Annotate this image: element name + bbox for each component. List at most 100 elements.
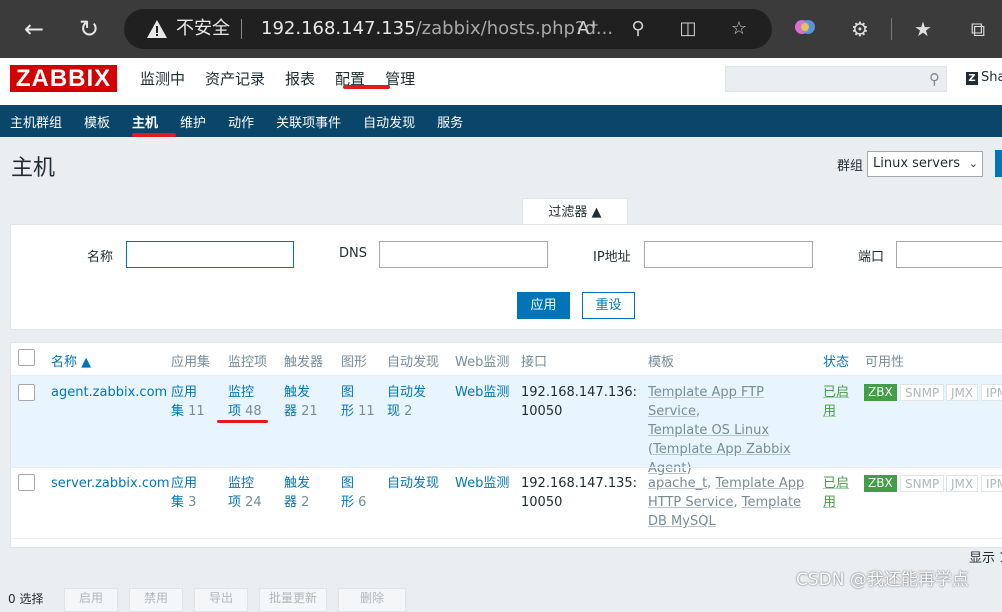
template-link[interactable]: Template App <box>715 476 804 491</box>
status-toggle[interactable]: 已启用 <box>823 383 849 421</box>
menu-monitoring[interactable]: 监测中 <box>140 68 185 90</box>
status-toggle[interactable]: 已启用 <box>823 474 849 512</box>
mass-update-button[interactable]: 批量更新 <box>259 588 327 612</box>
jmx-availability-badge: JMX <box>946 475 979 492</box>
items-link[interactable]: 监控项 48 <box>228 383 262 421</box>
warning-icon[interactable] <box>146 18 168 40</box>
zoom-icon[interactable]: ⚲ <box>626 17 650 41</box>
submenu-host-groups[interactable]: 主机群组 <box>10 112 62 131</box>
interface-cell: 192.168.147.135: 10050 <box>521 474 637 512</box>
discovery-link[interactable]: 自动发现 2 <box>387 383 426 421</box>
favorites-icon[interactable]: ★ <box>909 15 937 43</box>
header-discovery: 自动发现 <box>387 355 440 370</box>
applications-label-a: 应用 <box>171 476 198 491</box>
graphs-label-b: 形 <box>341 404 355 419</box>
template-link[interactable]: Template App Zabbix <box>653 442 791 457</box>
group-select[interactable]: Linux servers ⌄ <box>867 151 983 177</box>
row-checkbox[interactable] <box>18 384 35 401</box>
filter-ip-input[interactable] <box>644 241 813 268</box>
export-button[interactable]: 导出 <box>194 588 248 612</box>
applications-label-b: 集 <box>171 495 185 510</box>
split-screen-icon[interactable]: ◫ <box>676 17 700 41</box>
discovery-link[interactable]: 自动发现 <box>387 474 439 493</box>
template-link[interactable]: apache_t <box>648 476 707 491</box>
filter-port-input[interactable] <box>896 241 1002 268</box>
filter-name-input[interactable] <box>126 241 294 268</box>
submenu-templates[interactable]: 模板 <box>84 112 110 131</box>
web-link[interactable]: Web监测 <box>455 474 509 493</box>
host-name-link[interactable]: server.zabbix.com <box>51 474 170 493</box>
jmx-availability-badge: JMX <box>946 384 979 401</box>
search-icon[interactable]: ⚲ <box>929 70 940 88</box>
template-link[interactable]: Template OS Linux <box>648 423 769 438</box>
submenu-maintenance[interactable]: 维护 <box>180 112 206 131</box>
filter-dns-label: DNS <box>339 246 367 261</box>
insecure-label[interactable]: 不安全 <box>176 18 230 40</box>
snmp-availability-badge: SNMP <box>900 475 945 492</box>
header-interface: 接口 <box>521 355 548 370</box>
items-label-a: 监控 <box>228 476 255 491</box>
applications-link[interactable]: 应用集 11 <box>171 383 205 421</box>
items-label-b: 项 <box>228 495 242 510</box>
graphs-link[interactable]: 图形 6 <box>341 474 366 512</box>
triggers-link[interactable]: 触发器 2 <box>284 474 310 512</box>
interface-ip: 192.168.147.135: <box>521 476 638 491</box>
header-name[interactable]: 名称 ▲ <box>51 351 91 370</box>
template-link[interactable]: HTTP Service <box>648 495 733 510</box>
url-text[interactable]: 192.168.147.135/zabbix/hosts.php?d... <box>261 18 613 40</box>
interface-cell: 192.168.147.136: 10050 <box>521 383 637 421</box>
template-link[interactable]: Template App FTP Service <box>648 385 764 419</box>
host-name-link[interactable]: agent.zabbix.com <box>51 383 167 402</box>
submenu-discovery[interactable]: 自动发现 <box>363 112 415 131</box>
refresh-icon[interactable]: ↻ <box>74 14 104 44</box>
ipmi-availability-badge: IPM <box>981 475 1002 492</box>
extensions-icon[interactable]: ⚙ <box>846 15 874 43</box>
row-divider <box>11 538 1002 539</box>
menu-reports[interactable]: 报表 <box>285 68 315 90</box>
zabbix-header: ZABBIX 监测中 资产记录 报表 配置 管理 ⚲ Z Sha <box>0 58 1002 105</box>
address-bar[interactable]: 不安全 192.168.147.135/zabbix/hosts.php?d..… <box>124 9 772 49</box>
triggers-label-a: 触发 <box>284 385 311 400</box>
collections-icon[interactable]: ⧉ <box>964 15 992 43</box>
graphs-link[interactable]: 图形 11 <box>341 383 375 421</box>
template-link[interactable]: DB MySQL <box>648 514 716 529</box>
filter-reset-button[interactable]: 重设 <box>582 292 635 319</box>
row-checkbox[interactable] <box>18 474 35 491</box>
graphs-label-b: 形 <box>341 495 355 510</box>
submenu-hosts[interactable]: 主机 <box>132 112 158 131</box>
read-aloud-icon[interactable]: A⁺ <box>576 17 600 41</box>
create-host-button[interactable] <box>995 150 1002 177</box>
copilot-shape <box>795 20 815 34</box>
submenu-services[interactable]: 服务 <box>437 112 463 131</box>
share-link[interactable]: Z Sha <box>966 70 1002 85</box>
filter-apply-button[interactable]: 应用 <box>517 292 570 319</box>
applications-link[interactable]: 应用集 3 <box>171 474 197 512</box>
disable-button[interactable]: 禁用 <box>129 588 183 612</box>
filter-port-label: 端口 <box>858 250 885 265</box>
submenu-actions[interactable]: 动作 <box>228 112 254 131</box>
toolbar-divider <box>891 18 892 40</box>
copilot-icon[interactable] <box>791 15 819 43</box>
submenu-correlation[interactable]: 关联项事件 <box>276 112 341 131</box>
favorite-star-icon[interactable]: ☆ <box>727 17 751 41</box>
selected-count: 0 选择 <box>8 592 44 606</box>
global-search-input[interactable]: ⚲ <box>725 66 947 92</box>
back-icon[interactable]: ← <box>19 14 49 44</box>
template-link[interactable]: Template <box>742 495 801 510</box>
delete-button[interactable]: 删除 <box>338 588 406 612</box>
status-label-b: 用 <box>823 404 837 419</box>
annotation-underline <box>217 420 268 423</box>
select-all-checkbox[interactable] <box>18 349 35 366</box>
group-label: 群组 <box>837 159 864 174</box>
triggers-link[interactable]: 触发器 21 <box>284 383 318 421</box>
filter-dns-input[interactable] <box>379 241 548 268</box>
web-link[interactable]: Web监测 <box>455 383 509 402</box>
zabbix-logo[interactable]: ZABBIX <box>10 65 117 92</box>
menu-inventory[interactable]: 资产记录 <box>205 68 265 90</box>
header-status[interactable]: 状态 <box>823 351 849 370</box>
filter-tab[interactable]: 过滤器 ▲ <box>522 198 628 226</box>
enable-button[interactable]: 启用 <box>64 588 118 612</box>
status-label-b: 用 <box>823 495 837 510</box>
applications-label-b: 集 <box>171 404 185 419</box>
items-link[interactable]: 监控项 24 <box>228 474 262 512</box>
